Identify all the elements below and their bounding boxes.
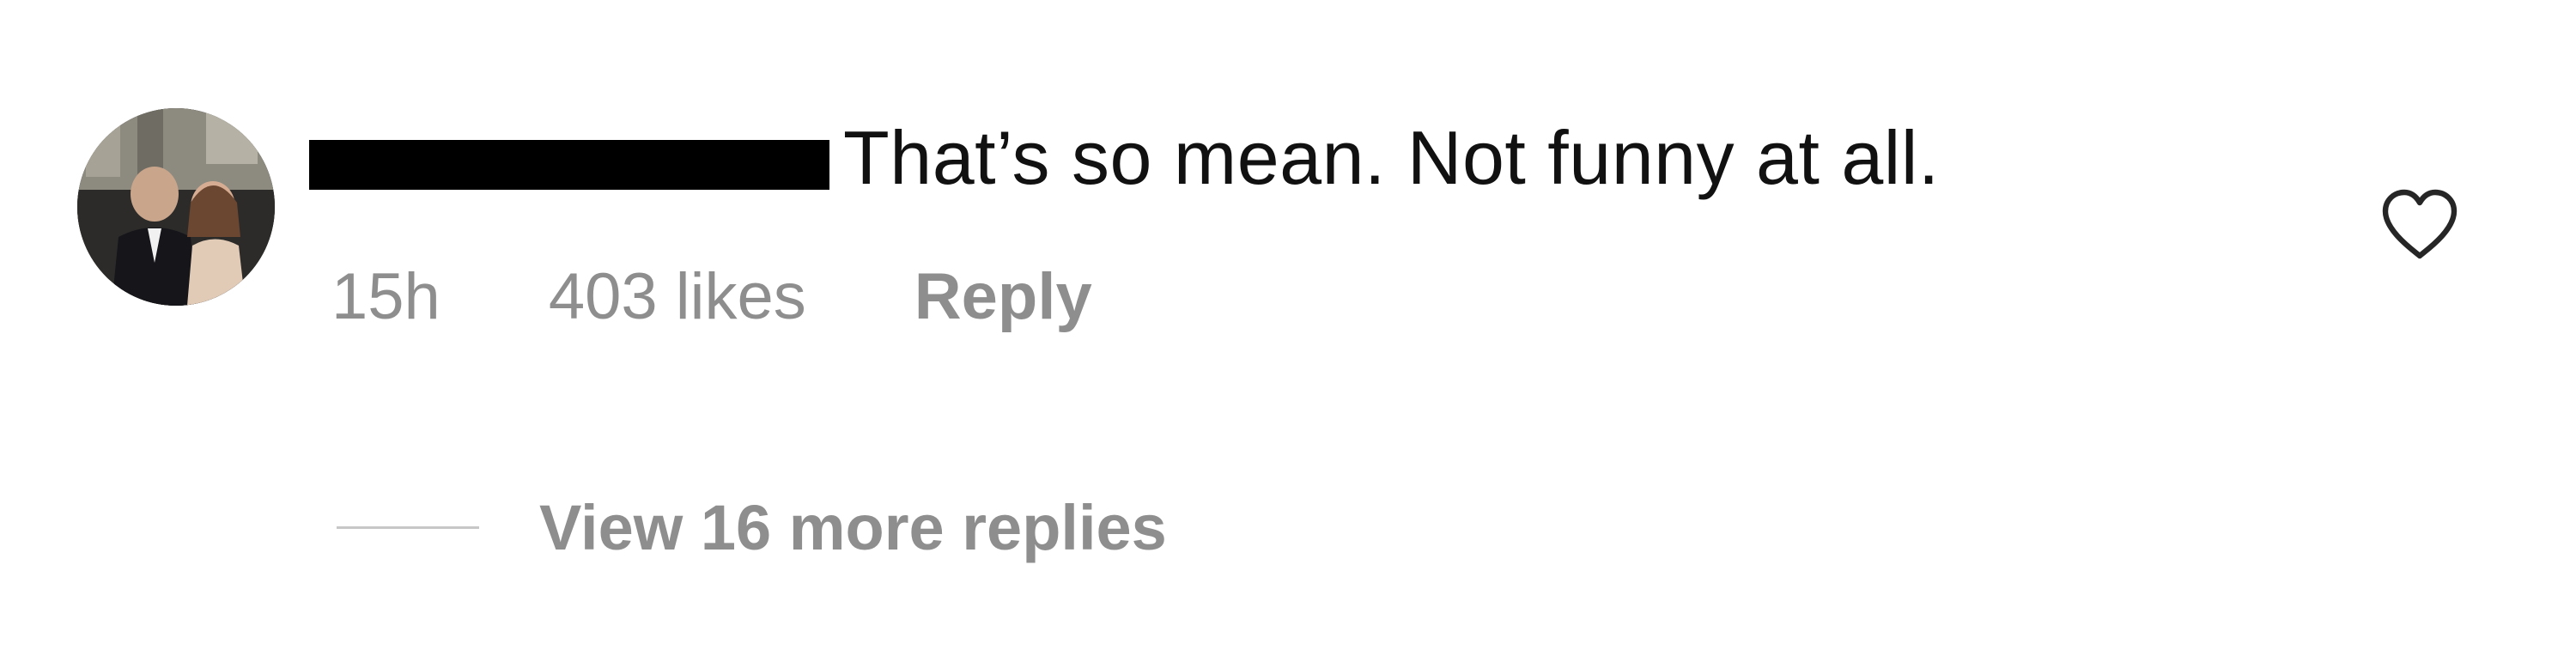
avatar[interactable]	[77, 108, 275, 306]
username-redacted[interactable]	[309, 140, 829, 190]
heart-outline-icon[interactable]	[2379, 187, 2461, 263]
avatar-photo	[77, 108, 275, 306]
view-more-replies-label: View 16 more replies	[539, 492, 1167, 563]
comment: That’s so mean. Not funny at all. 15h 40…	[0, 0, 2576, 668]
comment-body: That’s so mean. Not funny at all.	[309, 106, 1940, 210]
likes-count[interactable]: 403 likes	[549, 259, 806, 334]
comment-meta: 15h 403 likes Reply	[331, 259, 1092, 334]
comment-timestamp: 15h	[331, 260, 440, 333]
replies-divider	[337, 526, 479, 529]
comment-text: That’s so mean. Not funny at all.	[843, 115, 1940, 200]
reply-button[interactable]: Reply	[914, 259, 1092, 334]
view-more-replies-button[interactable]: View 16 more replies	[337, 491, 1167, 564]
like-button	[2382, 189, 2458, 259]
